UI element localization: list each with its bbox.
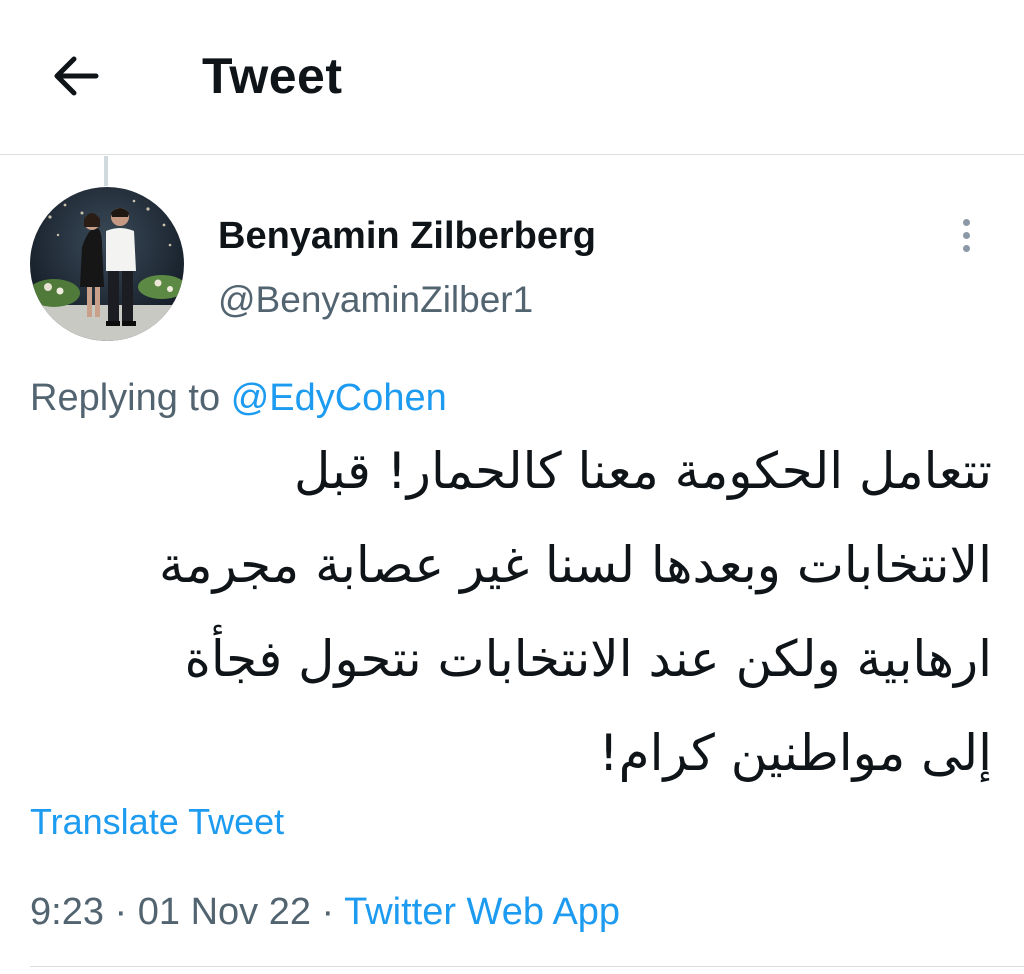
ellipsis-dot <box>962 231 970 239</box>
tweet-text-line: تتعامل الحكومة معنا كالحمار! قبل <box>294 442 992 500</box>
tweet-text: تتعامل الحكومة معنا كالحمار! قبل الانتخا… <box>30 424 992 800</box>
back-button[interactable] <box>44 44 108 108</box>
tweet-text-line: الانتخابات وبعدها لسنا غير عصابة مجرمة <box>158 536 992 594</box>
tweet-source-link[interactable]: Twitter Web App <box>344 891 620 933</box>
author-display-name[interactable]: Benyamin Zilberberg <box>218 212 596 260</box>
ellipsis-dot <box>962 244 970 252</box>
vertical-ellipsis-icon <box>962 218 970 226</box>
header-bar: Tweet <box>0 0 1024 155</box>
tweet-time[interactable]: 9:23 <box>30 891 104 933</box>
meta-separator: · <box>114 891 128 933</box>
meta-separator: · <box>321 891 335 933</box>
tweet-date[interactable]: 01 Nov 22 <box>138 891 311 933</box>
translate-tweet-link[interactable]: Translate Tweet <box>30 798 284 846</box>
thread-connector-line <box>104 156 108 186</box>
more-options-button[interactable] <box>948 210 984 260</box>
profile-photo <box>30 187 184 341</box>
tweet-text-line: إلى مواطنين كرام! <box>598 724 992 782</box>
replying-to-mention-link[interactable]: @EdyCohen <box>231 377 447 419</box>
divider <box>30 966 1024 967</box>
arrow-left-icon <box>54 56 99 96</box>
author-handle[interactable]: @BenyaminZilber1 <box>218 276 533 324</box>
tweet-text-line: ارهابية ولكن عند الانتخابات نتحول فجأة <box>184 630 992 688</box>
page-title: Tweet <box>202 48 343 104</box>
tweet-metadata: 9:23 · 01 Nov 22 · Twitter Web App <box>30 886 620 938</box>
replying-to-line: Replying to @EdyCohen <box>30 374 447 422</box>
avatar[interactable] <box>30 187 184 341</box>
replying-to-prefix: Replying to <box>30 377 221 419</box>
